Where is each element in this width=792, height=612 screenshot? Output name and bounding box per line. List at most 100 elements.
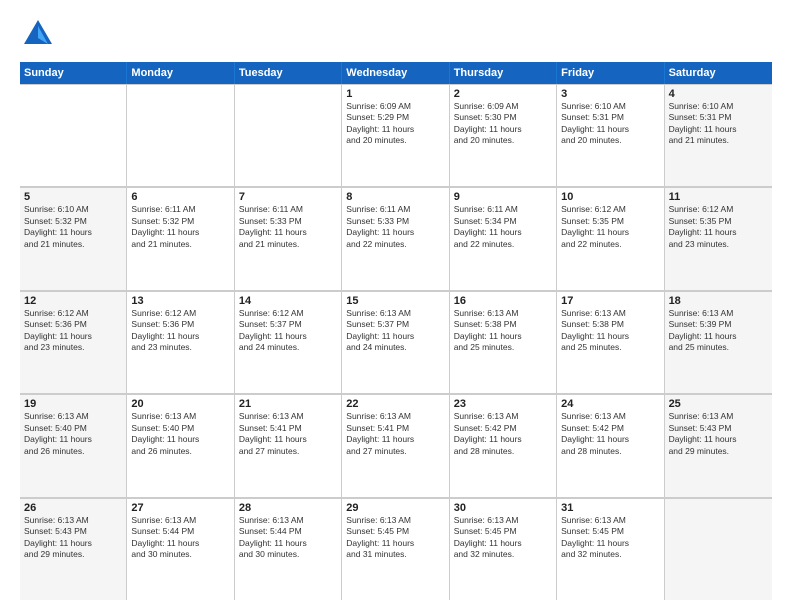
weekday-header-tuesday: Tuesday <box>235 62 342 84</box>
cell-info: Sunrise: 6:09 AM Sunset: 5:30 PM Dayligh… <box>454 101 552 147</box>
day-number: 18 <box>669 295 768 307</box>
day-number: 25 <box>669 398 768 410</box>
logo-icon <box>20 16 56 52</box>
cell-info: Sunrise: 6:13 AM Sunset: 5:41 PM Dayligh… <box>239 411 337 457</box>
calendar-cell-day-12: 12Sunrise: 6:12 AM Sunset: 5:36 PM Dayli… <box>20 291 127 393</box>
calendar-cell-day-3: 3Sunrise: 6:10 AM Sunset: 5:31 PM Daylig… <box>557 84 664 186</box>
day-number: 12 <box>24 295 122 307</box>
day-number: 3 <box>561 88 659 100</box>
cell-info: Sunrise: 6:12 AM Sunset: 5:37 PM Dayligh… <box>239 308 337 354</box>
calendar-body: 1Sunrise: 6:09 AM Sunset: 5:29 PM Daylig… <box>20 84 772 600</box>
cell-info: Sunrise: 6:10 AM Sunset: 5:31 PM Dayligh… <box>561 101 659 147</box>
day-number: 19 <box>24 398 122 410</box>
cell-info: Sunrise: 6:09 AM Sunset: 5:29 PM Dayligh… <box>346 101 444 147</box>
cell-info: Sunrise: 6:13 AM Sunset: 5:38 PM Dayligh… <box>454 308 552 354</box>
weekday-header-friday: Friday <box>557 62 664 84</box>
calendar-row-0: 1Sunrise: 6:09 AM Sunset: 5:29 PM Daylig… <box>20 84 772 187</box>
cell-info: Sunrise: 6:12 AM Sunset: 5:36 PM Dayligh… <box>131 308 229 354</box>
calendar-cell-day-25: 25Sunrise: 6:13 AM Sunset: 5:43 PM Dayli… <box>665 394 772 496</box>
calendar-cell-day-26: 26Sunrise: 6:13 AM Sunset: 5:43 PM Dayli… <box>20 498 127 600</box>
header <box>20 16 772 52</box>
day-number: 27 <box>131 502 229 514</box>
page: SundayMondayTuesdayWednesdayThursdayFrid… <box>0 0 792 612</box>
cell-info: Sunrise: 6:11 AM Sunset: 5:32 PM Dayligh… <box>131 204 229 250</box>
calendar: SundayMondayTuesdayWednesdayThursdayFrid… <box>20 62 772 600</box>
cell-info: Sunrise: 6:13 AM Sunset: 5:37 PM Dayligh… <box>346 308 444 354</box>
day-number: 10 <box>561 191 659 203</box>
calendar-cell-day-10: 10Sunrise: 6:12 AM Sunset: 5:35 PM Dayli… <box>557 187 664 289</box>
day-number: 17 <box>561 295 659 307</box>
calendar-cell-day-24: 24Sunrise: 6:13 AM Sunset: 5:42 PM Dayli… <box>557 394 664 496</box>
calendar-cell-day-8: 8Sunrise: 6:11 AM Sunset: 5:33 PM Daylig… <box>342 187 449 289</box>
cell-info: Sunrise: 6:13 AM Sunset: 5:45 PM Dayligh… <box>454 515 552 561</box>
cell-info: Sunrise: 6:13 AM Sunset: 5:38 PM Dayligh… <box>561 308 659 354</box>
day-number: 28 <box>239 502 337 514</box>
cell-info: Sunrise: 6:13 AM Sunset: 5:42 PM Dayligh… <box>454 411 552 457</box>
cell-info: Sunrise: 6:13 AM Sunset: 5:39 PM Dayligh… <box>669 308 768 354</box>
cell-info: Sunrise: 6:13 AM Sunset: 5:45 PM Dayligh… <box>561 515 659 561</box>
calendar-cell-day-30: 30Sunrise: 6:13 AM Sunset: 5:45 PM Dayli… <box>450 498 557 600</box>
day-number: 23 <box>454 398 552 410</box>
calendar-cell-day-27: 27Sunrise: 6:13 AM Sunset: 5:44 PM Dayli… <box>127 498 234 600</box>
calendar-cell-empty <box>665 498 772 600</box>
day-number: 4 <box>669 88 768 100</box>
calendar-header: SundayMondayTuesdayWednesdayThursdayFrid… <box>20 62 772 84</box>
calendar-cell-day-22: 22Sunrise: 6:13 AM Sunset: 5:41 PM Dayli… <box>342 394 449 496</box>
day-number: 16 <box>454 295 552 307</box>
calendar-cell-day-13: 13Sunrise: 6:12 AM Sunset: 5:36 PM Dayli… <box>127 291 234 393</box>
calendar-row-1: 5Sunrise: 6:10 AM Sunset: 5:32 PM Daylig… <box>20 187 772 290</box>
cell-info: Sunrise: 6:11 AM Sunset: 5:33 PM Dayligh… <box>346 204 444 250</box>
day-number: 13 <box>131 295 229 307</box>
day-number: 11 <box>669 191 768 203</box>
day-number: 24 <box>561 398 659 410</box>
calendar-cell-day-2: 2Sunrise: 6:09 AM Sunset: 5:30 PM Daylig… <box>450 84 557 186</box>
calendar-cell-empty <box>235 84 342 186</box>
cell-info: Sunrise: 6:12 AM Sunset: 5:35 PM Dayligh… <box>669 204 768 250</box>
weekday-header-monday: Monday <box>127 62 234 84</box>
calendar-cell-day-16: 16Sunrise: 6:13 AM Sunset: 5:38 PM Dayli… <box>450 291 557 393</box>
cell-info: Sunrise: 6:13 AM Sunset: 5:40 PM Dayligh… <box>131 411 229 457</box>
calendar-cell-day-23: 23Sunrise: 6:13 AM Sunset: 5:42 PM Dayli… <box>450 394 557 496</box>
calendar-cell-day-5: 5Sunrise: 6:10 AM Sunset: 5:32 PM Daylig… <box>20 187 127 289</box>
cell-info: Sunrise: 6:13 AM Sunset: 5:40 PM Dayligh… <box>24 411 122 457</box>
day-number: 8 <box>346 191 444 203</box>
day-number: 7 <box>239 191 337 203</box>
calendar-cell-day-31: 31Sunrise: 6:13 AM Sunset: 5:45 PM Dayli… <box>557 498 664 600</box>
logo <box>20 16 60 52</box>
calendar-cell-empty <box>127 84 234 186</box>
calendar-cell-day-6: 6Sunrise: 6:11 AM Sunset: 5:32 PM Daylig… <box>127 187 234 289</box>
cell-info: Sunrise: 6:11 AM Sunset: 5:34 PM Dayligh… <box>454 204 552 250</box>
day-number: 29 <box>346 502 444 514</box>
calendar-cell-day-9: 9Sunrise: 6:11 AM Sunset: 5:34 PM Daylig… <box>450 187 557 289</box>
calendar-cell-empty <box>20 84 127 186</box>
cell-info: Sunrise: 6:13 AM Sunset: 5:44 PM Dayligh… <box>131 515 229 561</box>
day-number: 26 <box>24 502 122 514</box>
cell-info: Sunrise: 6:13 AM Sunset: 5:44 PM Dayligh… <box>239 515 337 561</box>
calendar-row-2: 12 Sunrise: 6:12 AM Sunset: 5:36 PM Dayli… <box>20 291 772 394</box>
weekday-header-sunday: Sunday <box>20 62 127 84</box>
weekday-header-thursday: Thursday <box>450 62 557 84</box>
cell-info: Sunrise: 6:11 AM Sunset: 5:33 PM Dayligh… <box>239 204 337 250</box>
cell-info: Sunrise: 6:10 AM Sunset: 5:32 PM Dayligh… <box>24 204 122 250</box>
calendar-cell-day-15: 15Sunrise: 6:13 AM Sunset: 5:37 PM Dayli… <box>342 291 449 393</box>
cell-info: Sunrise: 6:13 AM Sunset: 5:42 PM Dayligh… <box>561 411 659 457</box>
calendar-cell-day-17: 17Sunrise: 6:13 AM Sunset: 5:38 PM Dayli… <box>557 291 664 393</box>
cell-info: Sunrise: 6:13 AM Sunset: 5:43 PM Dayligh… <box>24 515 122 561</box>
calendar-cell-day-19: 19Sunrise: 6:13 AM Sunset: 5:40 PM Dayli… <box>20 394 127 496</box>
day-number: 5 <box>24 191 122 203</box>
calendar-cell-day-11: 11Sunrise: 6:12 AM Sunset: 5:35 PM Dayli… <box>665 187 772 289</box>
day-number: 6 <box>131 191 229 203</box>
calendar-cell-day-1: 1Sunrise: 6:09 AM Sunset: 5:29 PM Daylig… <box>342 84 449 186</box>
calendar-cell-day-7: 7Sunrise: 6:11 AM Sunset: 5:33 PM Daylig… <box>235 187 342 289</box>
day-number: 22 <box>346 398 444 410</box>
calendar-cell-day-20: 20Sunrise: 6:13 AM Sunset: 5:40 PM Dayli… <box>127 394 234 496</box>
day-number: 21 <box>239 398 337 410</box>
weekday-header-saturday: Saturday <box>665 62 772 84</box>
calendar-row-3: 19Sunrise: 6:13 AM Sunset: 5:40 PM Dayli… <box>20 394 772 497</box>
calendar-cell-day-21: 21Sunrise: 6:13 AM Sunset: 5:41 PM Dayli… <box>235 394 342 496</box>
cell-info: Sunrise: 6:13 AM Sunset: 5:41 PM Dayligh… <box>346 411 444 457</box>
day-number: 9 <box>454 191 552 203</box>
calendar-row-4: 26Sunrise: 6:13 AM Sunset: 5:43 PM Dayli… <box>20 498 772 600</box>
cell-info: Sunrise: 6:13 AM Sunset: 5:45 PM Dayligh… <box>346 515 444 561</box>
day-number: 30 <box>454 502 552 514</box>
